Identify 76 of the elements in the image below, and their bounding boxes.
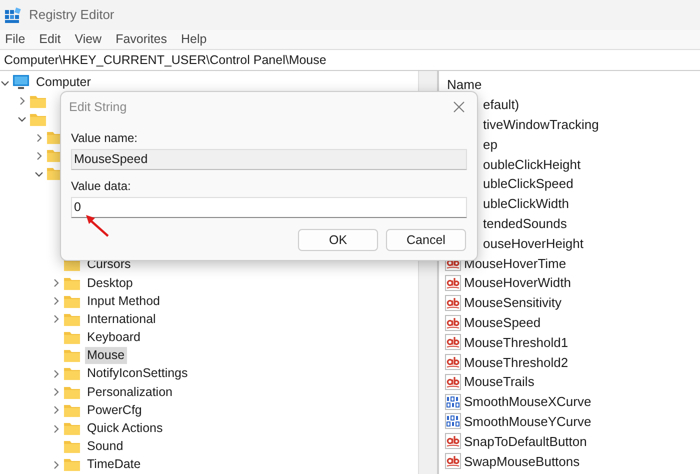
chevron-right-icon[interactable] xyxy=(34,150,44,161)
computer-icon xyxy=(13,75,29,90)
dialog-button[interactable]: OK xyxy=(298,228,378,251)
folder-icon xyxy=(64,349,80,362)
string-value-icon xyxy=(445,334,461,350)
string-value-icon xyxy=(445,453,461,470)
string-value-icon xyxy=(445,274,461,291)
menu-item[interactable]: Edit xyxy=(39,32,61,46)
chevron-right-icon[interactable] xyxy=(51,278,61,288)
menu-item[interactable]: Help xyxy=(180,32,207,46)
string-value-icon xyxy=(445,433,461,450)
tree-item[interactable]: Personalization xyxy=(85,384,174,401)
string-value-icon xyxy=(445,314,461,330)
chevron-down-icon[interactable] xyxy=(17,114,27,124)
binary-value-icon xyxy=(445,413,461,430)
value-name[interactable]: MouseSensitivity xyxy=(464,295,562,310)
chevron-right-icon[interactable] xyxy=(34,132,44,142)
folder-icon xyxy=(64,386,80,399)
tree-item[interactable]: Quick Actions xyxy=(85,420,165,438)
value-name[interactable]: SmoothMouseYCurve xyxy=(464,414,592,429)
value-name[interactable]: SnapToDefaultButton xyxy=(464,434,587,449)
folder-icon xyxy=(64,276,80,290)
close-icon[interactable] xyxy=(453,100,465,113)
folder-icon xyxy=(64,440,80,454)
tree-item[interactable]: PowerCfg xyxy=(85,402,144,419)
string-value-icon xyxy=(445,294,461,311)
value-name-field[interactable]: MouseSpeed xyxy=(71,148,467,170)
folder-icon xyxy=(64,312,80,326)
dialog-button[interactable]: Cancel xyxy=(386,228,466,251)
value-name[interactable]: MouseTrails xyxy=(464,374,534,390)
folder-icon xyxy=(30,112,46,126)
value-name[interactable]: MouseHoverTime xyxy=(464,256,566,271)
chevron-right-icon[interactable] xyxy=(51,296,61,306)
folder-icon xyxy=(64,331,80,344)
string-value-icon xyxy=(445,374,461,390)
tree-item[interactable]: International xyxy=(85,310,158,328)
menu-item[interactable]: Favorites xyxy=(116,32,167,46)
tree-item[interactable]: Sound xyxy=(85,438,126,456)
window-title: Registry Editor xyxy=(29,7,114,22)
field-label: Value data: xyxy=(71,180,132,193)
column-header[interactable]: Name xyxy=(445,74,700,95)
menu-item[interactable]: File xyxy=(5,32,26,46)
value-name[interactable]: MouseThreshold2 xyxy=(464,354,568,370)
folder-icon xyxy=(64,404,80,417)
tree-item[interactable]: Mouse xyxy=(85,347,127,364)
dialog-title: Edit String xyxy=(69,100,127,114)
value-name[interactable]: SmoothMouseXCurve xyxy=(464,394,592,410)
chevron-right-icon[interactable] xyxy=(51,460,61,470)
field-label: Value name: xyxy=(71,132,138,145)
menu-item[interactable]: View xyxy=(74,32,102,46)
chevron-right-icon[interactable] xyxy=(51,314,61,324)
tree-item[interactable]: Input Method xyxy=(85,292,162,310)
tree-item[interactable]: NotifyIconSettings xyxy=(85,365,190,382)
address-bar[interactable]: Computer\HKEY_CURRENT_USER\Control Panel\Mouse xyxy=(0,49,700,71)
string-value-icon xyxy=(445,354,461,370)
tree-item[interactable]: Desktop xyxy=(85,274,135,292)
value-name[interactable]: MouseSpeed xyxy=(464,315,541,330)
chevron-right-icon[interactable] xyxy=(17,96,27,106)
chevron-right-icon[interactable] xyxy=(51,387,61,398)
tree-item[interactable]: Keyboard xyxy=(85,329,143,346)
value-name[interactable]: MouseThreshold1 xyxy=(464,334,568,350)
folder-icon xyxy=(64,367,80,380)
folder-icon xyxy=(64,294,80,308)
tree-item[interactable]: TimeDate xyxy=(85,456,143,474)
chevron-right-icon[interactable] xyxy=(51,424,61,434)
binary-value-icon xyxy=(445,394,461,410)
folder-icon xyxy=(30,94,46,108)
registry-icon xyxy=(5,6,21,23)
chevron-right-icon[interactable] xyxy=(51,405,61,416)
value-name[interactable]: SwapMouseButtons xyxy=(464,454,580,469)
value-name[interactable]: MouseHoverWidth xyxy=(464,275,571,290)
tree-item[interactable]: Computer xyxy=(34,74,93,92)
folder-icon xyxy=(64,458,80,472)
folder-icon xyxy=(64,422,80,436)
value-data-field[interactable]: 0 xyxy=(71,196,467,218)
chevron-right-icon[interactable] xyxy=(51,368,61,379)
